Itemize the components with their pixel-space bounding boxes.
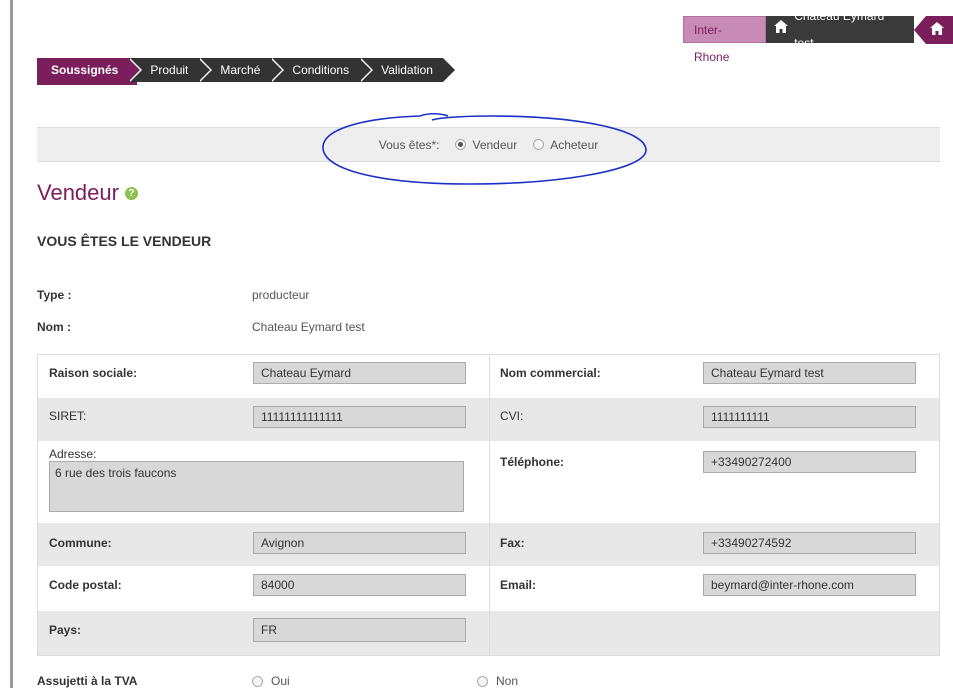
type-value: producteur	[252, 288, 310, 302]
radio-tva-oui[interactable]	[252, 675, 263, 687]
adresse-field[interactable]: 6 rue des trois faucons	[49, 461, 464, 512]
role-selector: Vous êtes*: Vendeur Acheteur	[37, 127, 940, 162]
siret-label: SIRET:	[49, 409, 87, 423]
nom-commercial-field[interactable]: Chateau Eymard test	[703, 362, 916, 384]
raison-sociale-field[interactable]: Chateau Eymard	[253, 362, 466, 384]
active-step-underline	[37, 82, 137, 85]
radio-acheteur-label: Acheteur	[550, 137, 599, 152]
nom-label: Nom :	[37, 320, 71, 334]
user-home-link[interactable]: Chateau Eymard test	[766, 9, 915, 50]
vendeur-form: Raison sociale: Chateau Eymard Nom comme…	[37, 354, 940, 656]
home-icon	[774, 16, 789, 43]
home-button[interactable]	[914, 16, 953, 44]
type-label: Type :	[37, 288, 72, 302]
section-subtitle: VOUS ÊTES LE VENDEUR	[37, 233, 212, 249]
role-label: Vous êtes*:	[378, 137, 440, 152]
top-header: Inter-Rhone Chateau Eymard test	[683, 9, 953, 64]
code-postal-field[interactable]: 84000	[253, 574, 466, 596]
pays-field[interactable]: FR	[253, 618, 466, 642]
tva-oui-label: Oui	[271, 674, 290, 688]
radio-vendeur[interactable]	[455, 139, 467, 150]
section-title: Vendeur ?	[37, 180, 138, 206]
page-left-rule	[10, 0, 13, 688]
commune-label: Commune:	[49, 536, 112, 550]
raison-sociale-label: Raison sociale:	[49, 366, 138, 380]
code-postal-label: Code postal:	[49, 578, 122, 592]
step-breadcrumb: Soussignés Produit Marché Conditions Val…	[37, 58, 457, 82]
email-label: Email:	[500, 578, 537, 592]
telephone-field[interactable]: +33490272400	[703, 451, 916, 473]
siret-field[interactable]: 11111111111111	[253, 406, 466, 428]
home-icon	[930, 22, 945, 38]
role-option-acheteur[interactable]: Acheteur	[533, 138, 598, 152]
tva-non-label: Non	[496, 674, 519, 688]
radio-acheteur[interactable]	[533, 139, 545, 150]
step-soussignes[interactable]: Soussignés	[37, 58, 143, 82]
pays-label: Pays:	[49, 623, 82, 637]
user-label: Chateau Eymard test	[794, 8, 885, 50]
section-title-text: Vendeur	[37, 180, 119, 205]
radio-vendeur-label: Vendeur	[472, 137, 518, 152]
nom-value: Chateau Eymard test	[252, 320, 365, 334]
help-icon[interactable]: ?	[124, 186, 138, 200]
fax-label: Fax:	[500, 536, 525, 550]
tva-option-non[interactable]: Non	[477, 674, 518, 688]
org-link[interactable]: Inter-Rhone	[683, 16, 767, 64]
fax-field[interactable]: +33490274592	[703, 532, 916, 554]
email-field[interactable]: beymard@inter-rhone.com	[703, 574, 916, 596]
adresse-label: Adresse:	[49, 447, 97, 461]
radio-tva-non[interactable]	[477, 675, 488, 687]
tva-option-oui[interactable]: Oui	[252, 674, 290, 688]
form-column-divider	[489, 355, 490, 655]
cvi-label: CVI:	[500, 409, 524, 423]
tva-row: Assujetti à la TVA Oui Non	[37, 674, 940, 688]
role-option-vendeur[interactable]: Vendeur	[455, 138, 517, 152]
tva-label: Assujetti à la TVA	[37, 674, 138, 688]
nom-commercial-label: Nom commercial:	[500, 366, 601, 380]
telephone-label: Téléphone:	[500, 455, 565, 469]
cvi-field[interactable]: 1111111111	[703, 406, 916, 428]
commune-field[interactable]: Avignon	[253, 532, 466, 554]
